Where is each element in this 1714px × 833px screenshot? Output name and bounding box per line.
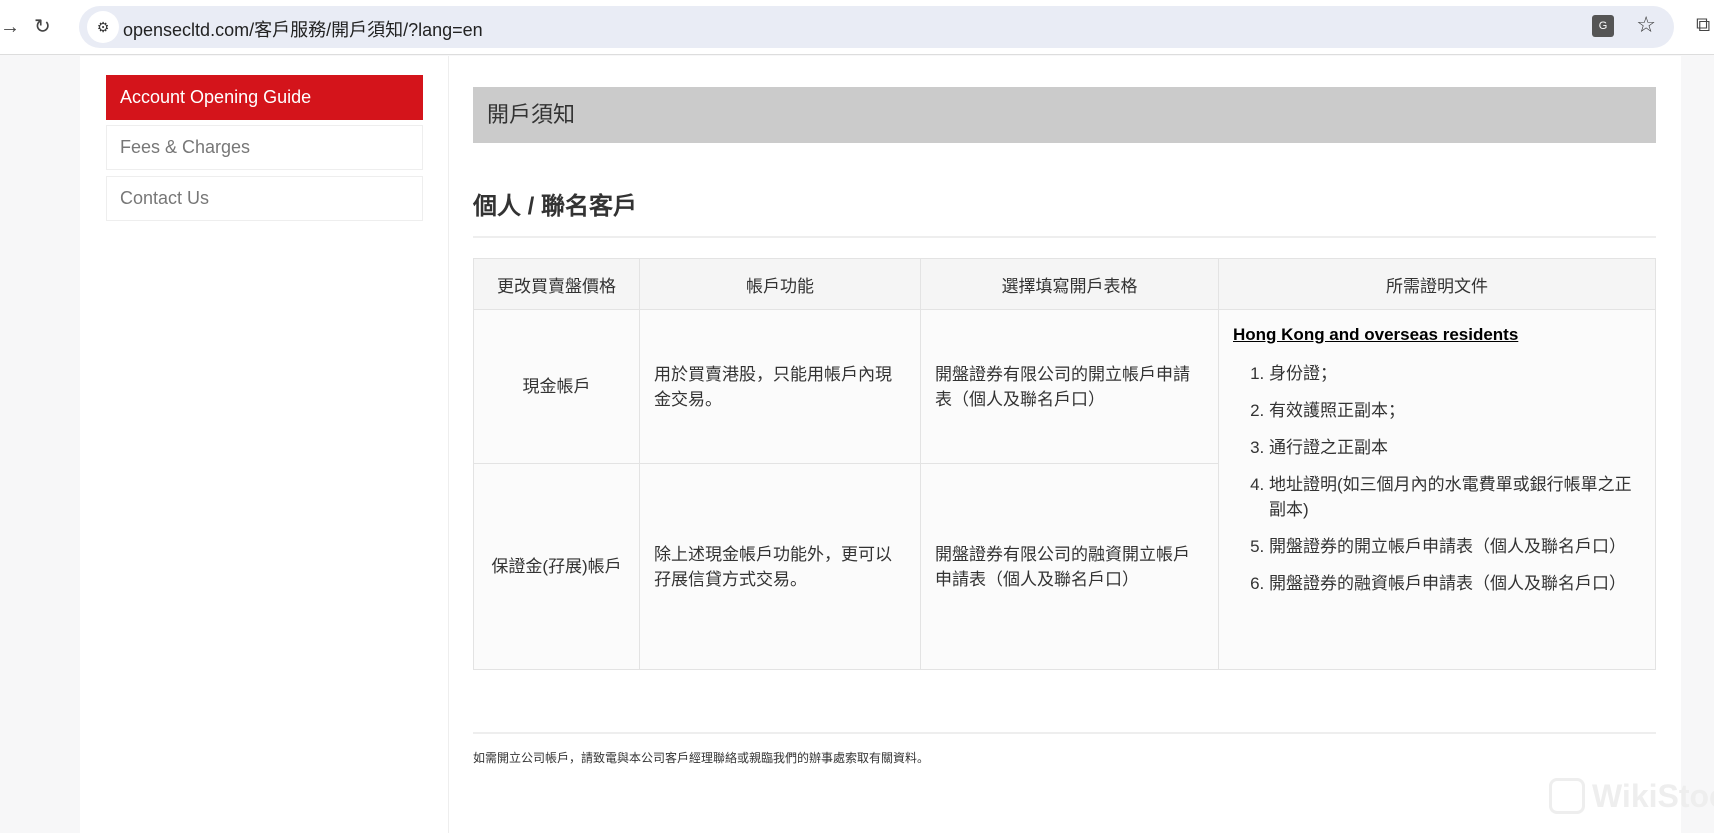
page-container: Account Opening Guide Fees & Charges Con… [80, 56, 1681, 833]
function-cell: 除上述現金帳戶功能外，更可以孖展信貸方式交易。 [639, 463, 921, 670]
list-item: 地址證明(如三個月內的水電費單或銀行帳單之正副本) [1269, 472, 1641, 522]
account-type-cell: 保證金(孖展)帳戶 [473, 463, 640, 670]
list-item: 有效護照正副本； [1269, 398, 1641, 423]
column-header: 更改買賣盤價格 [473, 258, 640, 310]
extensions-icon[interactable]: ⧉ [1696, 14, 1710, 37]
divider [448, 56, 449, 833]
account-types-table: 更改買賣盤價格 帳戶功能 選擇填寫開戶表格 所需證明文件 現金帳戶 用於買賣港股… [473, 258, 1656, 670]
column-header: 所需證明文件 [1218, 258, 1656, 310]
column-header: 帳戶功能 [639, 258, 921, 310]
site-settings-icon[interactable]: ⚙ [87, 11, 119, 43]
sidebar-item-account-opening-guide[interactable]: Account Opening Guide [106, 75, 423, 120]
documents-list: 身份證； 有效護照正副本； 通行證之正副本 地址證明(如三個月內的水電費單或銀行… [1233, 361, 1641, 596]
function-cell: 用於買賣港股，只能用帳戶內現金交易。 [639, 309, 921, 464]
column-header: 選擇填寫開戶表格 [920, 258, 1219, 310]
page-title: 開戶須知 [473, 87, 1656, 143]
table-row: 現金帳戶 用於買賣港股，只能用帳戶內現金交易。 開盤證券有限公司的開立帳戶申請表… [473, 309, 1656, 670]
form-cell: 開盤證券有限公司的融資開立帳戶申請表（個人及聯名戶口） [920, 463, 1219, 670]
sidebar-item-contact-us[interactable]: Contact Us [106, 176, 423, 221]
translate-icon[interactable]: G [1592, 15, 1614, 37]
list-item: 身份證； [1269, 361, 1641, 386]
forward-icon[interactable]: → [0, 14, 20, 40]
watermark: WikiStock [1592, 778, 1714, 814]
documents-heading: Hong Kong and overseas residents [1233, 325, 1519, 344]
address-bar[interactable]: ⚙ opensecltd.com/客戶服務/開戶須知/?lang=en G ☆ [79, 6, 1674, 48]
account-type-cell: 現金帳戶 [473, 309, 640, 464]
bookmark-star-icon[interactable]: ☆ [1636, 12, 1656, 38]
list-item: 開盤證券的開立帳戶申請表（個人及聯名戶口） [1269, 534, 1641, 559]
table-header-row: 更改買賣盤價格 帳戶功能 選擇填寫開戶表格 所需證明文件 [473, 258, 1656, 310]
list-item: 通行證之正副本 [1269, 435, 1641, 460]
url-text[interactable]: opensecltd.com/客戶服務/開戶須知/?lang=en [123, 16, 483, 42]
browser-toolbar: → ↻ ⚙ opensecltd.com/客戶服務/開戶須知/?lang=en … [0, 0, 1714, 55]
required-documents-cell: Hong Kong and overseas residents 身份證； 有效… [1218, 309, 1656, 670]
sidebar-item-fees-charges[interactable]: Fees & Charges [106, 125, 423, 170]
divider [473, 236, 1656, 238]
corporate-account-note: 如需開立公司帳戶，請致電與本公司客戶經理聯絡或親臨我們的辦事處索取有關資料。 [473, 751, 930, 765]
reload-icon[interactable]: ↻ [34, 14, 51, 40]
section-title: 個人 / 聯名客戶 [473, 193, 638, 220]
divider [473, 732, 1656, 734]
watermark-logo-icon [1549, 778, 1585, 814]
form-cell: 開盤證券有限公司的開立帳戶申請表（個人及聯名戶口） [920, 309, 1219, 464]
list-item: 開盤證券的融資帳戶申請表（個人及聯名戶口） [1269, 571, 1641, 596]
